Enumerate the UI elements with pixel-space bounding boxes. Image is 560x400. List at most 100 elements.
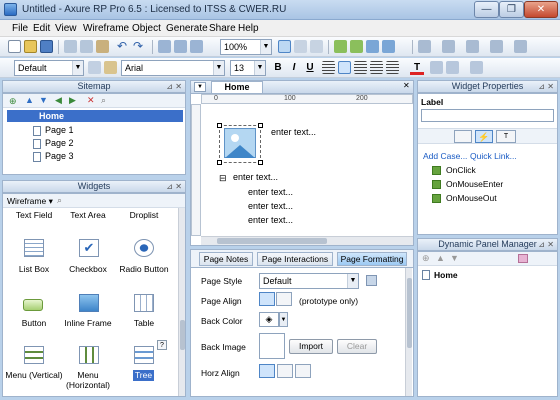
align-right-icon[interactable]: [354, 61, 367, 74]
horz-align-center-icon[interactable]: [277, 364, 293, 378]
close-pane-icon[interactable]: ✕: [175, 181, 182, 192]
undo-icon[interactable]: ↶: [117, 40, 130, 53]
pin-icon[interactable]: ⊿: [538, 239, 545, 250]
align-center-page-icon[interactable]: [276, 292, 292, 306]
menu-file[interactable]: File: [12, 23, 28, 34]
style-select[interactable]: Default ▼: [14, 60, 84, 76]
list-box-icon[interactable]: [24, 239, 44, 257]
help-icon[interactable]: ?: [157, 340, 167, 350]
menu-vertical-icon[interactable]: [24, 346, 44, 364]
tree-root-node[interactable]: enter text...: [233, 172, 278, 182]
align-center-icon[interactable]: [338, 61, 351, 74]
open-icon[interactable]: [24, 40, 37, 53]
search-icon[interactable]: ⌕: [57, 195, 62, 206]
minimize-button[interactable]: —: [474, 1, 499, 18]
horz-align-right-icon[interactable]: [295, 364, 311, 378]
move-state-down-icon[interactable]: ▼: [450, 253, 459, 263]
menu-generate[interactable]: Generate: [166, 23, 208, 34]
tree-child-node[interactable]: enter text...: [248, 201, 293, 211]
tree-child-node[interactable]: enter text...: [248, 187, 293, 197]
widget-tree[interactable]: Tree: [133, 370, 154, 381]
menu-share[interactable]: Share: [209, 23, 236, 34]
widget-text-field[interactable]: Text Field: [3, 210, 65, 220]
text-color-button[interactable]: T: [410, 61, 424, 75]
menu-edit[interactable]: Edit: [33, 23, 50, 34]
sitemap-page[interactable]: Page 2: [33, 137, 74, 149]
tool-icon-1[interactable]: [158, 40, 171, 53]
page-style-select[interactable]: Default ▼: [259, 273, 359, 289]
italic-button[interactable]: I: [287, 61, 301, 75]
tab-page-formatting[interactable]: Page Formatting: [337, 252, 407, 266]
style-edit-icon[interactable]: [366, 275, 377, 286]
connect-icon[interactable]: [294, 40, 307, 53]
sitemap-page[interactable]: Page 1: [33, 124, 74, 136]
collapse-icon[interactable]: ⊟: [219, 173, 227, 184]
align-top-icon[interactable]: [470, 61, 483, 74]
clear-button[interactable]: Clear: [337, 339, 377, 354]
send-back-icon[interactable]: [382, 40, 395, 53]
tool-icon-3[interactable]: [190, 40, 203, 53]
copy-icon[interactable]: [80, 40, 93, 53]
cut-icon[interactable]: [64, 40, 77, 53]
bold-button[interactable]: B: [271, 61, 285, 75]
event-onmouseout[interactable]: OnMouseOut: [446, 193, 497, 203]
format-painter-icon[interactable]: [104, 61, 117, 74]
fill-color-icon[interactable]: [418, 40, 431, 53]
new-icon[interactable]: [8, 40, 21, 53]
move-up-icon[interactable]: ▲: [25, 95, 34, 105]
move-state-up-icon[interactable]: ▲: [436, 253, 445, 263]
dynamic-panel-home[interactable]: Home: [434, 270, 458, 280]
event-onclick[interactable]: OnClick: [446, 165, 476, 175]
widget-text-area[interactable]: Text Area: [57, 210, 119, 220]
widget-droplist[interactable]: Droplist: [113, 210, 175, 220]
image-caption[interactable]: enter text...: [271, 127, 316, 137]
bring-front-icon[interactable]: [366, 40, 379, 53]
widget-list-box[interactable]: List Box: [3, 264, 65, 274]
select-mode-icon[interactable]: [278, 40, 291, 53]
color-dropdown-icon[interactable]: ▼: [279, 312, 288, 327]
widget-checkbox[interactable]: Checkbox: [57, 264, 119, 274]
save-icon[interactable]: [40, 40, 53, 53]
delete-icon[interactable]: ✕: [87, 95, 95, 106]
tree-child-node[interactable]: enter text...: [248, 215, 293, 225]
button-icon[interactable]: [23, 299, 43, 311]
menu-wireframe[interactable]: Wireframe: [83, 23, 129, 34]
event-onmouseenter[interactable]: OnMouseEnter: [446, 179, 503, 189]
paste-icon[interactable]: [96, 40, 109, 53]
tab-menu-icon[interactable]: ▼: [194, 82, 206, 92]
pen-icon[interactable]: [310, 40, 323, 53]
close-pane-icon[interactable]: ✕: [547, 239, 554, 250]
widget-button[interactable]: Button: [3, 318, 65, 328]
arrow-style-icon[interactable]: [514, 40, 527, 53]
image-widget[interactable]: [217, 123, 263, 165]
ungroup-icon[interactable]: [350, 40, 363, 53]
align-left-icon[interactable]: [322, 61, 335, 74]
menu-object[interactable]: Object: [132, 23, 161, 34]
horz-align-left-icon[interactable]: [259, 364, 275, 378]
line-style-icon[interactable]: [490, 40, 503, 53]
menu-help[interactable]: Help: [238, 23, 259, 34]
close-pane-icon[interactable]: ✕: [547, 81, 554, 92]
bullets-icon[interactable]: [386, 61, 399, 74]
zoom-select[interactable]: 100% ▼: [220, 39, 272, 55]
outdent-icon[interactable]: ▶: [69, 95, 76, 106]
tab-page-notes[interactable]: Page Notes: [199, 252, 253, 266]
annotations-tab-icon[interactable]: [454, 130, 472, 143]
pin-icon[interactable]: ⊿: [166, 81, 173, 92]
widget-menu-horizontal[interactable]: Menu (Horizontal): [57, 370, 119, 390]
indent-icon[interactable]: ◀: [55, 95, 62, 106]
inline-frame-icon[interactable]: [79, 294, 99, 312]
table-icon[interactable]: [134, 294, 154, 312]
tab-page-interactions[interactable]: Page Interactions: [257, 252, 333, 266]
widget-inline-frame[interactable]: Inline Frame: [57, 318, 119, 328]
underline-button[interactable]: U: [303, 61, 317, 75]
sitemap-home[interactable]: Home: [7, 110, 183, 122]
panel-color-icon[interactable]: [518, 254, 528, 263]
formatting-scrollbar[interactable]: [405, 268, 412, 396]
add-page-icon[interactable]: ⊕: [9, 96, 17, 107]
maximize-button[interactable]: ❐: [499, 1, 524, 18]
formatting-tab-icon[interactable]: T: [496, 130, 516, 143]
align-left-page-icon[interactable]: [259, 292, 275, 306]
align-justify-icon[interactable]: [370, 61, 383, 74]
library-select[interactable]: Wireframe ▾: [7, 196, 53, 207]
